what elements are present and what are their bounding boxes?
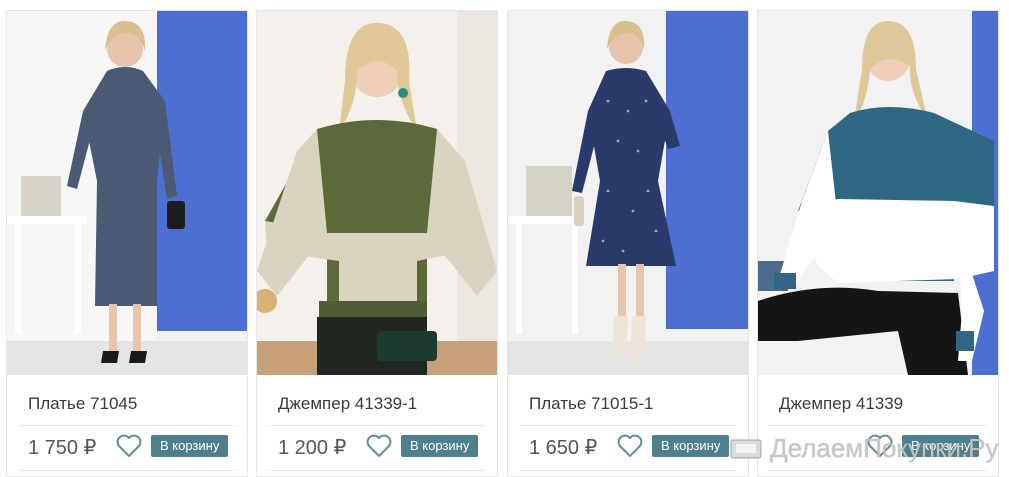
watermark-text: ДелаемПокупки.Ру [770,432,999,463]
add-to-cart-button[interactable]: В корзину [401,435,479,457]
divider [19,425,235,426]
divider [269,425,485,426]
product-title[interactable]: Джемпер 41339-1 [278,394,417,414]
favorite-heart-icon[interactable] [365,433,393,459]
product-title[interactable]: Платье 71045 [28,394,137,414]
product-card[interactable]: Платье 71045 1 750 ₽ В корзину [6,10,248,477]
favorite-heart-icon[interactable] [616,433,644,459]
shopping-cart-icon [730,439,762,459]
product-card[interactable]: Джемпер 41339-1 1 200 ₽ В корзину [256,10,498,477]
product-photo[interactable] [7,11,247,375]
product-grid: Платье 71045 1 750 ₽ В корзину Джемпер 4… [0,0,1009,477]
product-card[interactable]: Джемпер 41339 В корзину [757,10,999,477]
watermark: ДелаемПокупки.Ру [728,433,999,463]
product-price: 1 200 ₽ [278,437,347,459]
favorite-heart-icon[interactable] [115,433,143,459]
product-photo[interactable] [758,11,998,375]
product-price: 1 650 ₽ [529,437,598,459]
product-price: 1 750 ₽ [28,437,97,459]
divider [770,425,986,426]
divider [269,470,485,471]
product-title[interactable]: Платье 71015-1 [529,394,653,414]
add-to-cart-button[interactable]: В корзину [652,435,730,457]
divider [520,470,736,471]
divider [520,425,736,426]
divider [19,470,235,471]
add-to-cart-button[interactable]: В корзину [151,435,229,457]
product-photo[interactable] [508,11,748,375]
divider [770,470,986,471]
product-card[interactable]: Платье 71015-1 1 650 ₽ В корзину [507,10,749,477]
product-photo[interactable] [257,11,497,375]
product-title[interactable]: Джемпер 41339 [779,394,903,414]
